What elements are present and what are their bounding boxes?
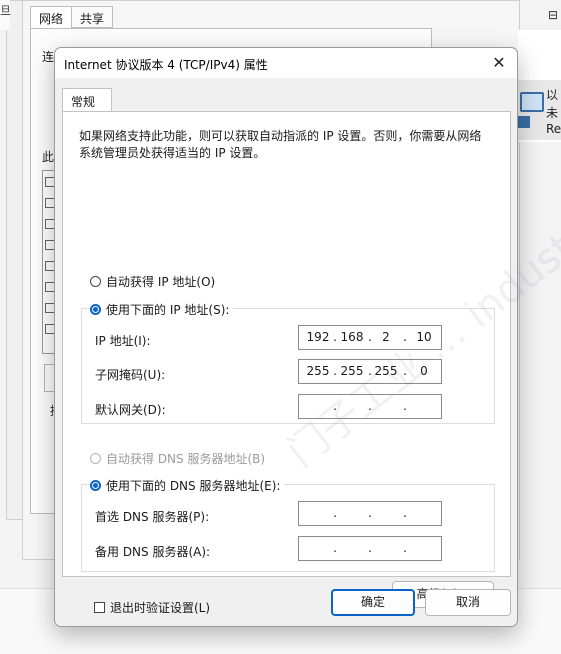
mask-octet-3[interactable]: 255 bbox=[371, 364, 401, 378]
background-label-connect: 连 bbox=[42, 50, 55, 64]
background-adapter-name: 以 bbox=[546, 88, 559, 102]
general-tab-panel: 如果网络支持此功能，则可以获取自动指派的 IP 设置。否则，你需要从网络系统管理… bbox=[62, 93, 561, 615]
close-icon[interactable]: ✕ bbox=[487, 52, 511, 74]
checkbox-box[interactable] bbox=[94, 602, 105, 613]
ip-octet-3[interactable]: 2 bbox=[371, 330, 401, 344]
ip-dot: . bbox=[368, 506, 372, 520]
default-gateway-label: 默认网关(D): bbox=[95, 403, 166, 417]
background-tab-sharing[interactable]: 共享 bbox=[71, 6, 114, 28]
ip-address-input[interactable]: 192 . 168 . 2 . 10 bbox=[298, 325, 442, 350]
ip-dot: . bbox=[333, 399, 337, 413]
network-adapter-icon bbox=[520, 92, 544, 112]
cancel-button[interactable]: 取消 bbox=[425, 589, 511, 616]
radio-manual-ip[interactable]: 使用下面的 IP 地址(S): bbox=[90, 301, 234, 318]
background-adapter-status: 未 bbox=[546, 106, 559, 120]
mask-octet-2[interactable]: 255 bbox=[337, 364, 367, 378]
validate-on-exit-checkbox[interactable]: 退出时验证设置(L) bbox=[94, 599, 210, 616]
radio-auto-ip-label: 自动获得 IP 地址(O) bbox=[106, 275, 216, 289]
radio-button-disabled[interactable] bbox=[90, 453, 101, 464]
subnet-mask-input[interactable]: 255 . 255 . 255 . 0 bbox=[298, 359, 442, 384]
alternate-dns-label: 备用 DNS 服务器(A): bbox=[95, 545, 211, 559]
radio-button[interactable] bbox=[90, 276, 101, 287]
ip-dot: . bbox=[403, 506, 407, 520]
subnet-mask-label: 子网掩码(U): bbox=[95, 368, 166, 382]
ok-button[interactable]: 确定 bbox=[331, 589, 415, 616]
ip-dot: . bbox=[403, 541, 407, 555]
ip-dot: . bbox=[333, 506, 337, 520]
background-tabstrip: 网络 共享 bbox=[30, 6, 114, 28]
preferred-dns-label: 首选 DNS 服务器(P): bbox=[95, 510, 210, 524]
dialog-titlebar[interactable]: Internet 协议版本 4 (TCP/IPv4) 属性 ✕ bbox=[55, 48, 517, 78]
ip-octet-4[interactable]: 10 bbox=[409, 330, 439, 344]
ipv4-properties-dialog: Internet 协议版本 4 (TCP/IPv4) 属性 ✕ 常规 如果网络支… bbox=[54, 47, 561, 627]
background-tab-network[interactable]: 网络 bbox=[30, 6, 73, 28]
background-window-control-icon[interactable]: ⊟ bbox=[548, 8, 558, 22]
network-cable-icon bbox=[518, 116, 530, 128]
radio-button-selected[interactable] bbox=[90, 480, 101, 491]
ip-octet-2[interactable]: 168 bbox=[337, 330, 367, 344]
radio-auto-dns[interactable]: 自动获得 DNS 服务器地址(B) bbox=[90, 450, 265, 467]
ip-octet-1[interactable]: 192 bbox=[303, 330, 333, 344]
radio-auto-ip[interactable]: 自动获得 IP 地址(O) bbox=[90, 273, 215, 290]
ip-dot: . bbox=[403, 330, 407, 344]
ip-dot: . bbox=[333, 541, 337, 555]
tab-general[interactable]: 常规 bbox=[62, 88, 112, 112]
radio-manual-dns-label: 使用下面的 DNS 服务器地址(E): bbox=[106, 479, 281, 493]
alternate-dns-input[interactable]: . . . bbox=[298, 536, 442, 561]
radio-manual-ip-label: 使用下面的 IP 地址(S): bbox=[106, 303, 230, 317]
background-left-glyph: 旦 bbox=[0, 4, 11, 17]
radio-manual-dns[interactable]: 使用下面的 DNS 服务器地址(E): bbox=[90, 477, 285, 494]
ip-dot: . bbox=[368, 399, 372, 413]
background-label-this: 此 bbox=[42, 150, 55, 164]
dialog-title: Internet 协议版本 4 (TCP/IPv4) 属性 bbox=[64, 58, 268, 72]
mask-octet-4[interactable]: 0 bbox=[409, 364, 439, 378]
ip-dot: . bbox=[368, 541, 372, 555]
ip-dot: . bbox=[403, 399, 407, 413]
ip-address-label: IP 地址(I): bbox=[95, 334, 151, 348]
background-adapter-device: Re bbox=[546, 122, 561, 136]
mask-octet-1[interactable]: 255 bbox=[303, 364, 333, 378]
radio-auto-dns-label: 自动获得 DNS 服务器地址(B) bbox=[106, 452, 266, 466]
intro-text: 如果网络支持此功能，则可以获取自动指派的 IP 设置。否则，你需要从网络系统管理… bbox=[79, 129, 482, 160]
radio-button-selected[interactable] bbox=[90, 304, 101, 315]
default-gateway-input[interactable]: . . . bbox=[298, 394, 442, 419]
validate-on-exit-label: 退出时验证设置(L) bbox=[110, 601, 211, 615]
ip-dot: . bbox=[403, 364, 407, 378]
preferred-dns-input[interactable]: . . . bbox=[298, 501, 442, 526]
